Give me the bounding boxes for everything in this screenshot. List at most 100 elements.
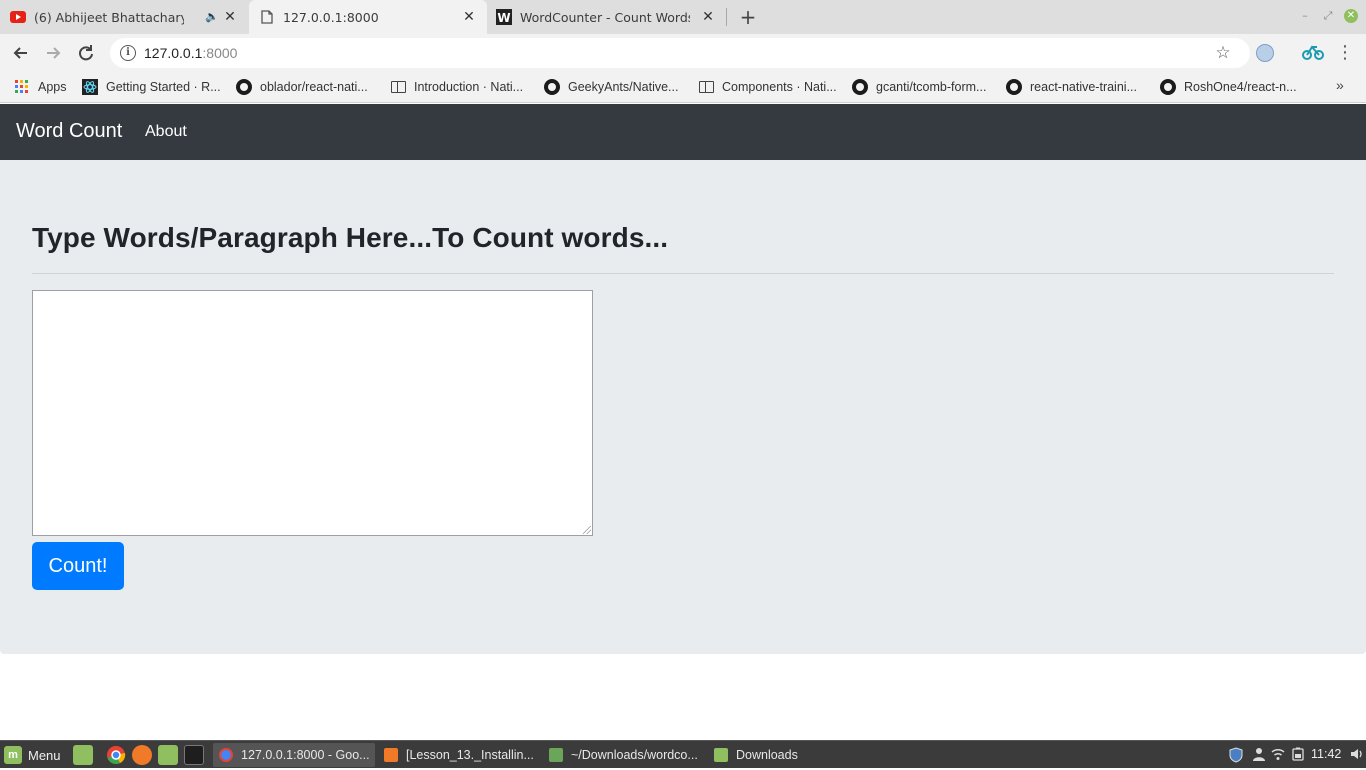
- chrome-icon: [219, 748, 233, 762]
- terminal-launcher-icon[interactable]: [184, 745, 204, 765]
- tab-localhost[interactable]: 127.0.0.1:8000 ✕: [249, 0, 487, 34]
- files-launcher-icon[interactable]: [158, 745, 178, 765]
- wifi-icon[interactable]: [1271, 747, 1285, 761]
- url-host: 127.0.0.1: [144, 45, 203, 61]
- close-icon[interactable]: ✕: [700, 9, 716, 25]
- bookmark-item[interactable]: Introduction · Nati...: [390, 77, 523, 97]
- clock[interactable]: 11:42: [1311, 747, 1341, 761]
- bookmark-item[interactable]: gcanti/tcomb-form...: [852, 77, 986, 97]
- media-player-icon: [384, 748, 398, 762]
- editor-icon: [549, 748, 563, 762]
- tab-youtube[interactable]: (6) Abhijeet Bhattacharya T 🔈 ✕: [10, 0, 248, 34]
- new-tab-button[interactable]: +: [737, 6, 759, 28]
- menu-label: Menu: [28, 747, 61, 763]
- maximize-icon[interactable]: ⤢: [1321, 9, 1335, 23]
- tab-title: WordCounter - Count Words &: [520, 9, 690, 25]
- task-label: ~/Downloads/wordco...: [571, 748, 698, 762]
- jumbotron: Type Words/Paragraph Here...To Count wor…: [0, 160, 1366, 654]
- bookmark-apps[interactable]: Apps: [14, 77, 67, 97]
- url-port: :8000: [202, 45, 238, 61]
- user-icon[interactable]: [1252, 747, 1266, 761]
- minimize-icon[interactable]: –: [1298, 9, 1312, 23]
- forward-arrow-icon: [47, 47, 61, 59]
- bookmark-item[interactable]: oblador/react-nati...: [236, 77, 368, 97]
- window-close-icon[interactable]: ✕: [1344, 9, 1358, 23]
- bookmark-item[interactable]: Getting Started · R...: [82, 77, 221, 97]
- svg-text:W: W: [497, 11, 510, 25]
- youtube-icon: [10, 9, 26, 25]
- bookmark-star-icon[interactable]: ☆: [1213, 43, 1233, 63]
- resize-handle-icon[interactable]: [583, 526, 591, 534]
- close-icon[interactable]: ✕: [222, 9, 238, 25]
- tab-title: (6) Abhijeet Bhattacharya T: [34, 9, 184, 25]
- task-video[interactable]: [Lesson_13._Installin...: [378, 743, 540, 767]
- firefox-launcher-icon[interactable]: [132, 745, 152, 765]
- chrome-menu-icon[interactable]: ⋮: [1336, 42, 1354, 64]
- bookmark-label: Getting Started · R...: [106, 80, 221, 94]
- bookmarks-bar: Apps Getting Started · R... oblador/reac…: [0, 72, 1366, 103]
- wordcounter-icon: W: [496, 9, 512, 25]
- forward-button[interactable]: [42, 42, 64, 64]
- task-label: [Lesson_13._Installin...: [406, 748, 534, 762]
- count-button[interactable]: Count!: [32, 542, 124, 590]
- page-viewport: Word Count About Type Words/Paragraph He…: [0, 104, 1366, 740]
- github-icon: [544, 79, 560, 95]
- react-icon: [82, 79, 98, 95]
- bookmark-item[interactable]: RoshOne4/react-n...: [1160, 77, 1297, 97]
- bookmark-label: RoshOne4/react-n...: [1184, 80, 1297, 94]
- bookmark-label: oblador/react-nati...: [260, 80, 368, 94]
- bookmarks-overflow-button[interactable]: »: [1336, 77, 1344, 93]
- apps-grid-icon: [14, 79, 30, 95]
- task-label: Downloads: [736, 748, 798, 762]
- navbar-brand[interactable]: Word Count: [16, 120, 122, 143]
- task-terminal[interactable]: ~/Downloads/wordco...: [543, 743, 705, 767]
- github-icon: [852, 79, 868, 95]
- show-desktop-icon[interactable]: [73, 745, 93, 765]
- github-icon: [236, 79, 252, 95]
- bookmark-label: react-native-traini...: [1030, 80, 1137, 94]
- info-icon[interactable]: i: [120, 45, 136, 61]
- taskbar: m Menu 127.0.0.1:8000 - Goo... [Lesson_1…: [0, 740, 1366, 768]
- extension-bike-icon[interactable]: [1302, 43, 1324, 61]
- chrome-launcher-icon[interactable]: [106, 745, 126, 765]
- browser-toolbar: i 127.0.0.1:8000 ☆ ⋮: [0, 34, 1366, 72]
- tab-title: 127.0.0.1:8000: [283, 9, 379, 25]
- close-icon[interactable]: ✕: [461, 9, 477, 25]
- page-icon: [259, 9, 275, 25]
- bookmark-label: GeekyAnts/Native...: [568, 80, 679, 94]
- back-arrow-icon: [13, 47, 27, 59]
- mint-logo-icon: m: [4, 746, 22, 764]
- divider: [32, 273, 1334, 274]
- tab-wordcounter[interactable]: W WordCounter - Count Words & ✕: [496, 0, 726, 34]
- extension-icon[interactable]: [1256, 44, 1274, 62]
- bookmark-item[interactable]: react-native-traini...: [1006, 77, 1137, 97]
- bookmark-item[interactable]: GeekyAnts/Native...: [544, 77, 678, 97]
- volume-icon[interactable]: [1350, 747, 1364, 761]
- speaker-icon[interactable]: 🔈: [205, 10, 219, 23]
- back-button[interactable]: [10, 42, 32, 64]
- words-textarea[interactable]: [32, 290, 593, 536]
- nav-link-about[interactable]: About: [145, 123, 187, 141]
- bookmark-label: Components · Nati...: [722, 80, 837, 94]
- task-label: 127.0.0.1:8000 - Goo...: [241, 748, 370, 762]
- reload-button[interactable]: [75, 42, 97, 64]
- navbar: Word Count About: [0, 104, 1366, 160]
- tab-strip: (6) Abhijeet Bhattacharya T 🔈 ✕ 127.0.0.…: [0, 0, 1366, 34]
- bookmark-label: Apps: [38, 80, 67, 94]
- address-bar[interactable]: i 127.0.0.1:8000: [110, 38, 1250, 68]
- task-downloads[interactable]: Downloads: [708, 743, 870, 767]
- bookmark-label: Introduction · Nati...: [414, 80, 524, 94]
- github-icon: [1006, 79, 1022, 95]
- folder-icon: [714, 748, 728, 762]
- book-icon: [698, 81, 714, 93]
- shield-icon[interactable]: [1229, 747, 1243, 763]
- start-menu-button[interactable]: m Menu: [4, 744, 61, 766]
- page-heading: Type Words/Paragraph Here...To Count wor…: [32, 222, 669, 253]
- bookmark-item[interactable]: Components · Nati...: [698, 77, 837, 97]
- tab-divider: [726, 8, 727, 26]
- battery-icon[interactable]: [1291, 747, 1305, 761]
- github-icon: [1160, 79, 1176, 95]
- reload-icon: [79, 45, 93, 61]
- task-chrome[interactable]: 127.0.0.1:8000 - Goo...: [213, 743, 375, 767]
- book-icon: [390, 81, 406, 93]
